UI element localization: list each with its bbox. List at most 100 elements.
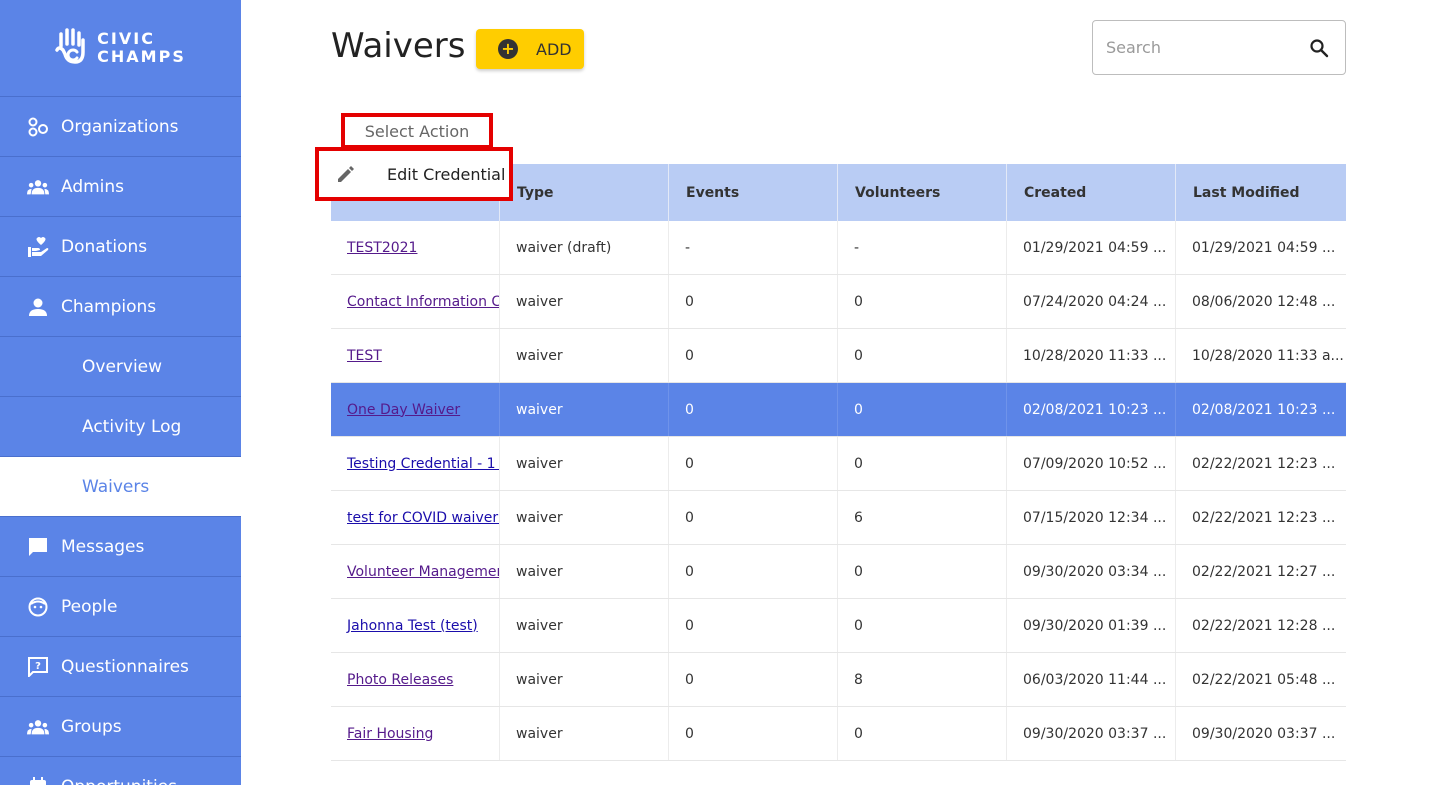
waiver-name-link[interactable]: Volunteer Management [347,564,499,580]
cell-events: 0 [669,437,838,490]
sidebar-item-messages[interactable]: Messages [0,517,241,577]
sidebar-item-admins[interactable]: Admins [0,157,241,217]
cell-name: Testing Credential - 1 m [331,437,500,490]
cell-events: 0 [669,653,838,706]
cell-volunteers: 0 [838,437,1007,490]
cell-last-modified: 02/08/2021 10:23 ... [1192,401,1336,418]
cell-volunteers: 0 [838,599,1007,652]
sidebar-item-questionnaires[interactable]: ? Questionnaires [0,637,241,697]
table-row[interactable]: Photo Releases waiver 0 8 06/03/2020 11:44 .… [331,653,1346,707]
cell-created: 07/24/2020 04:24 ... [1007,275,1176,328]
table-row[interactable]: Jahonna Test (test) waiver 0 0 09/30/2020 01… [331,599,1346,653]
cell-events: - [669,221,838,274]
cell-volunteers: 8 [838,653,1007,706]
sidebar-item-activity-log[interactable]: Activity Log [0,397,241,457]
logo-text: CIVIC CHAMPS [97,30,186,66]
cell-volunteers: - [838,221,1007,274]
select-action-dropdown[interactable]: Select Action [341,113,493,149]
table-row[interactable]: TEST waiver 0 0 10/28/2020 11:33 ... 10/28/20… [331,329,1346,383]
cell-name: Jahonna Test (test) [331,599,500,652]
waiver-name-link[interactable]: TEST [347,348,382,364]
waiver-name-link[interactable]: One Day Waiver [347,402,460,418]
table-row[interactable]: Testing Credential - 1 m waiver 0 0 07/09/20… [331,437,1346,491]
cell-created: 07/09/2020 10:52 ... [1007,437,1176,490]
sidebar-item-champions[interactable]: Champions [0,277,241,337]
column-header-created[interactable]: Created [1007,164,1176,221]
sidebar-item-label: People [61,596,118,617]
waiver-name-link[interactable]: Testing Credential - 1 m [347,456,499,472]
search-icon[interactable] [1309,38,1329,58]
sidebar-item-people[interactable]: People [0,577,241,637]
cell-events: 0 [669,383,838,436]
cell-name: Volunteer Management [331,545,500,598]
plus-circle-icon: + [498,39,518,59]
cell-events: 0 [669,275,838,328]
cell-type: waiver [500,545,669,598]
sidebar-item-label: Questionnaires [61,656,189,677]
waiver-name-link[interactable]: Photo Releases [347,672,453,688]
cell-events: 0 [669,329,838,382]
table-row[interactable]: test for COVID waiver 2(waiver 0 6 07/15/20… [331,491,1346,545]
table-row[interactable]: Volunteer Management waiver 0 0 09/30/2020 0… [331,545,1346,599]
svg-text:?: ? [35,661,41,672]
waiver-name-link[interactable]: Fair Housing [347,726,433,742]
sidebar-item-label: Opportunities [61,777,177,785]
sidebar-item-label: Donations [61,236,148,257]
table-row[interactable]: One Day Waiver waiver 0 0 02/08/2021 10:23 .… [331,383,1346,437]
waiver-name-link[interactable]: Jahonna Test (test) [347,618,478,634]
cell-name: Contact Information Co [331,275,500,328]
organizations-icon [27,116,49,138]
column-header-type[interactable]: Type [500,164,669,221]
groups-icon [27,716,49,738]
cell-last-modified: 02/22/2021 12:23 ... [1192,455,1336,472]
sidebar-item-label: Groups [61,716,122,737]
waiver-name-link[interactable]: Contact Information Co [347,294,499,310]
cell-created: 06/03/2020 11:44 ... [1007,653,1176,706]
table-row[interactable]: TEST2021 waiver (draft) - -01/29/2021 04:59… [331,221,1346,275]
sidebar-item-label: Messages [61,536,145,557]
sidebar-item-waivers[interactable]: Waivers [0,457,241,517]
sidebar-item-label: Activity Log [82,416,182,437]
cell-created: 09/30/2020 03:34 ... [1007,545,1176,598]
logo-line1: CIVIC [97,29,155,48]
sidebar-item-label: Organizations [61,116,179,137]
column-header-last-modified[interactable]: Last Modified [1176,164,1346,221]
cell-last-modified: 01/29/2021 04:59 ... [1192,239,1336,256]
sidebar-item-opportunities[interactable]: Opportunities [0,757,241,785]
face-icon [27,596,49,618]
cell-volunteers: 0 [838,383,1007,436]
table-body: TEST2021 waiver (draft) - -01/29/2021 04:59… [331,221,1346,761]
sidebar-item-organizations[interactable]: Organizations [0,97,241,157]
cell-created: 10/28/2020 11:33 ... [1007,329,1176,382]
cell-events: 0 [669,707,838,760]
sidebar-item-label: Champions [61,296,157,317]
hand-logo-icon [55,28,85,64]
cell-volunteers: 6 [838,491,1007,544]
table-row[interactable]: Fair Housing waiver 0 0 09/30/2020 03:37 ...… [331,707,1346,761]
cell-last-modified: 02/22/2021 05:48 ... [1192,671,1336,688]
add-button[interactable]: + ADD [476,29,584,69]
search-input[interactable] [1106,38,1296,57]
column-header-events[interactable]: Events [669,164,838,221]
sidebar-item-donations[interactable]: Donations [0,217,241,277]
waiver-name-link[interactable]: TEST2021 [347,240,417,256]
cell-type: waiver [500,599,669,652]
sidebar-item-label: Overview [82,356,163,377]
table-row[interactable]: Contact Information Co waiver 0 0 07/24/2020… [331,275,1346,329]
pencil-icon [338,166,354,182]
waiver-name-link[interactable]: test for COVID waiver 2( [347,510,499,526]
column-header-volunteers[interactable]: Volunteers [838,164,1007,221]
cell-created: 07/15/2020 12:34 ... [1007,491,1176,544]
edit-credential-menu-item[interactable]: Edit Credential [315,147,513,201]
cell-type: waiver [500,383,669,436]
cell-type: waiver (draft) [500,221,669,274]
edit-credential-label: Edit Credential [387,164,506,184]
sidebar-item-overview[interactable]: Overview [0,337,241,397]
cell-name: One Day Waiver [331,383,500,436]
question-icon: ? [27,656,49,678]
logo[interactable]: CIVIC CHAMPS [0,0,241,97]
chat-icon [27,536,49,558]
cell-last-modified: 09/30/2020 03:37 ... [1192,725,1336,742]
page-title: Waivers [331,26,466,66]
sidebar-item-groups[interactable]: Groups [0,697,241,757]
